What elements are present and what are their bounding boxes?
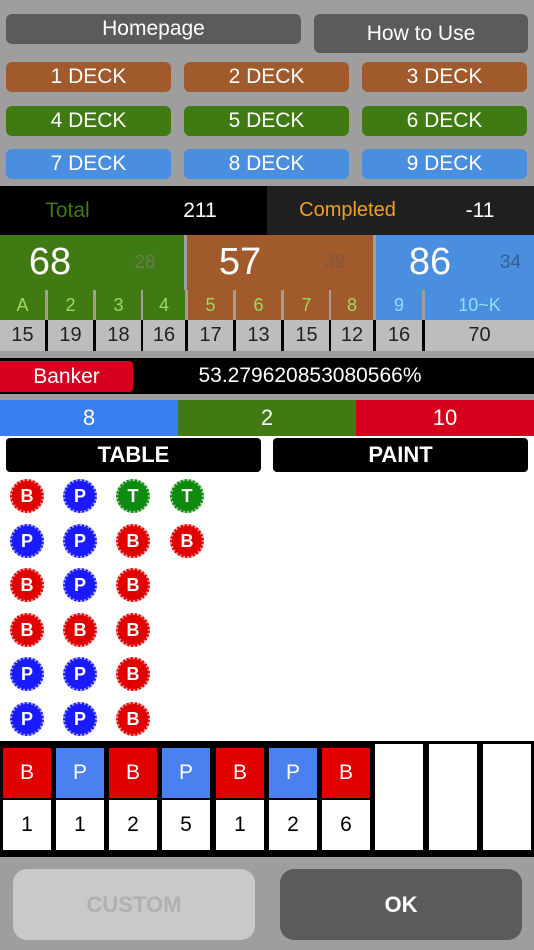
bead-banker: B bbox=[116, 702, 150, 736]
streak-label: P bbox=[269, 748, 317, 798]
ok-button[interactable]: OK bbox=[280, 869, 522, 940]
deck-4-button[interactable]: 4 DECK bbox=[6, 106, 171, 136]
streak-count: 5 bbox=[162, 800, 210, 850]
banker-box-sub: 34 bbox=[499, 251, 522, 273]
bead-tie: T bbox=[170, 479, 204, 513]
deck-5-button[interactable]: 5 DECK bbox=[184, 106, 349, 136]
rank-10-k: 10~K bbox=[425, 290, 534, 320]
count-4: 16 bbox=[143, 320, 185, 351]
deck-2-button[interactable]: 2 DECK bbox=[184, 62, 349, 92]
bead-player: P bbox=[63, 524, 97, 558]
streak-label: B bbox=[109, 748, 157, 798]
streak-count: 2 bbox=[269, 800, 317, 850]
count-8: 12 bbox=[331, 320, 373, 351]
bead-player: P bbox=[10, 524, 44, 558]
bead-banker: B bbox=[63, 613, 97, 647]
bead-player: P bbox=[10, 657, 44, 691]
deck-1-button[interactable]: 1 DECK bbox=[6, 62, 171, 92]
tie-box-value: 57 bbox=[218, 241, 262, 283]
completed-value: -11 bbox=[465, 198, 495, 222]
rank-2: 2 bbox=[48, 290, 93, 320]
streak-label: B bbox=[322, 748, 370, 798]
streak-empty-cell bbox=[483, 744, 531, 850]
count-a: 15 bbox=[0, 320, 45, 351]
count-9: 16 bbox=[376, 320, 422, 351]
count-5: 17 bbox=[188, 320, 233, 351]
custom-button[interactable]: CUSTOM bbox=[13, 869, 255, 940]
bead-banker: B bbox=[10, 613, 44, 647]
bead-banker: B bbox=[116, 657, 150, 691]
bead-player: P bbox=[10, 702, 44, 736]
count-6: 13 bbox=[236, 320, 281, 351]
deck-8-button[interactable]: 8 DECK bbox=[184, 149, 349, 179]
tie-box-sub: 39 bbox=[324, 251, 346, 273]
banker-label: Banker bbox=[0, 361, 133, 392]
rank-9: 9 bbox=[376, 290, 422, 320]
streak-label: B bbox=[216, 748, 264, 798]
streak-count: 2 bbox=[109, 800, 157, 850]
streak-empty-cell bbox=[429, 744, 477, 850]
bead-banker: B bbox=[116, 613, 150, 647]
player-box-value: 68 bbox=[28, 241, 72, 283]
player-count: 8 bbox=[0, 400, 178, 436]
bead-banker: B bbox=[170, 524, 204, 558]
count-7: 15 bbox=[284, 320, 329, 351]
rank-a: A bbox=[0, 290, 45, 320]
bead-banker: B bbox=[10, 479, 44, 513]
player-box-sub: 28 bbox=[134, 251, 156, 273]
rank-3: 3 bbox=[96, 290, 141, 320]
streak-empty-cell bbox=[375, 744, 423, 850]
streak-count: 1 bbox=[216, 800, 264, 850]
total-value: 211 bbox=[183, 198, 217, 222]
streak-label: B bbox=[3, 748, 51, 798]
rank-5: 5 bbox=[188, 290, 233, 320]
bead-tie: T bbox=[116, 479, 150, 513]
deck-9-button[interactable]: 9 DECK bbox=[362, 149, 527, 179]
deck-6-button[interactable]: 6 DECK bbox=[362, 106, 527, 136]
bead-banker: B bbox=[10, 568, 44, 602]
streak-count: 1 bbox=[56, 800, 104, 850]
deck-7-button[interactable]: 7 DECK bbox=[6, 149, 171, 179]
banker-percentage: 53.279620853080566% bbox=[198, 364, 422, 387]
streak-count: 1 bbox=[3, 800, 51, 850]
streak-label: P bbox=[162, 748, 210, 798]
bead-player: P bbox=[63, 702, 97, 736]
tab-paint[interactable]: PAINT bbox=[273, 438, 528, 472]
tab-table[interactable]: TABLE bbox=[6, 438, 261, 472]
bead-banker: B bbox=[116, 568, 150, 602]
banker-count: 10 bbox=[356, 400, 534, 436]
rank-4: 4 bbox=[143, 290, 185, 320]
streak-label: P bbox=[56, 748, 104, 798]
rank-7: 7 bbox=[284, 290, 329, 320]
rank-6: 6 bbox=[236, 290, 281, 320]
bead-player: P bbox=[63, 479, 97, 513]
how-to-use-button[interactable]: How to Use bbox=[314, 14, 528, 53]
completed-label: Completed bbox=[299, 199, 396, 221]
streak-count: 6 bbox=[322, 800, 370, 850]
banker-box-value: 86 bbox=[408, 241, 452, 283]
rank-8: 8 bbox=[331, 290, 373, 320]
bead-player: P bbox=[63, 568, 97, 602]
count-3: 18 bbox=[96, 320, 141, 351]
tie-count: 2 bbox=[178, 400, 356, 436]
bead-banker: B bbox=[116, 524, 150, 558]
count-10-k: 70 bbox=[425, 320, 534, 351]
bead-player: P bbox=[63, 657, 97, 691]
homepage-button[interactable]: Homepage bbox=[6, 14, 301, 44]
count-2: 19 bbox=[48, 320, 93, 351]
total-label: Total bbox=[45, 198, 90, 222]
deck-3-button[interactable]: 3 DECK bbox=[362, 62, 527, 92]
